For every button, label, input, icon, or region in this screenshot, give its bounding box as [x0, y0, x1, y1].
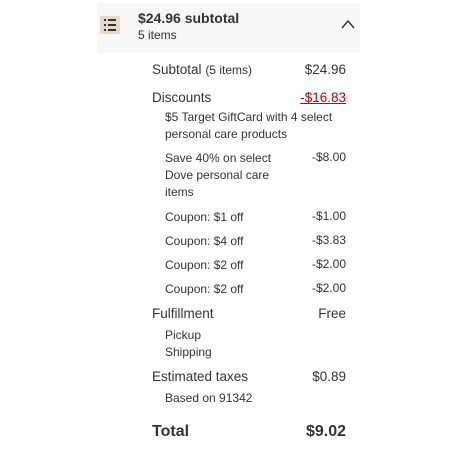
chevron-up-icon[interactable]	[341, 19, 355, 29]
estimated-taxes-amount: $0.89	[312, 369, 346, 384]
fulfillment-amount: Free	[318, 306, 346, 321]
coupon-label: Coupon: $4 off	[165, 234, 244, 248]
discount-giftcard-line1: $5 Target GiftCard with 4 select	[165, 110, 333, 124]
coupon-label: Coupon: $2 off	[165, 258, 244, 272]
discount-dove-line1: Save 40% on select	[165, 151, 272, 165]
coupon-amount: -$2.00	[311, 257, 346, 271]
tax-zip-note: Based on 91342	[165, 391, 253, 405]
subtotal-accordion-header[interactable]: $24.96 subtotal 5 items	[97, 3, 360, 53]
discount-dove-amount: -$8.00	[311, 150, 346, 164]
subtotal-amount: $24.96	[304, 62, 346, 77]
discount-giftcard-line2: personal care products	[165, 127, 288, 141]
discounts-total-link[interactable]: -$16.83	[300, 90, 346, 105]
discounts-label: Discounts	[152, 90, 212, 105]
total-label: Total	[152, 423, 190, 440]
discount-dove-line3: items	[165, 185, 194, 199]
coupon-label: Coupon: $1 off	[165, 210, 244, 224]
order-summary: $24.96 subtotal 5 items Subtotal (5 item…	[0, 0, 450, 450]
coupon-amount: -$2.00	[311, 281, 346, 295]
subtotal-heading: $24.96 subtotal	[138, 10, 240, 26]
fulfillment-label: Fulfillment	[152, 306, 214, 321]
total-amount: $9.02	[305, 423, 346, 440]
item-count: 5 items	[138, 28, 177, 42]
coupon-label: Coupon: $2 off	[165, 282, 244, 296]
fulfillment-method-shipping: Shipping	[165, 345, 212, 359]
subtotal-label-row: Subtotal (5 items)	[152, 62, 252, 77]
discount-dove-line2: Dove personal care	[165, 168, 270, 182]
coupon-amount: -$3.83	[311, 233, 346, 247]
subtotal-item-count: (5 items)	[205, 63, 252, 77]
subtotal-label: Subtotal	[152, 62, 202, 77]
estimated-taxes-label: Estimated taxes	[152, 369, 249, 384]
receipt-list-icon	[100, 16, 120, 34]
coupon-amount: -$1.00	[311, 209, 346, 223]
fulfillment-method-pickup: Pickup	[165, 328, 202, 342]
